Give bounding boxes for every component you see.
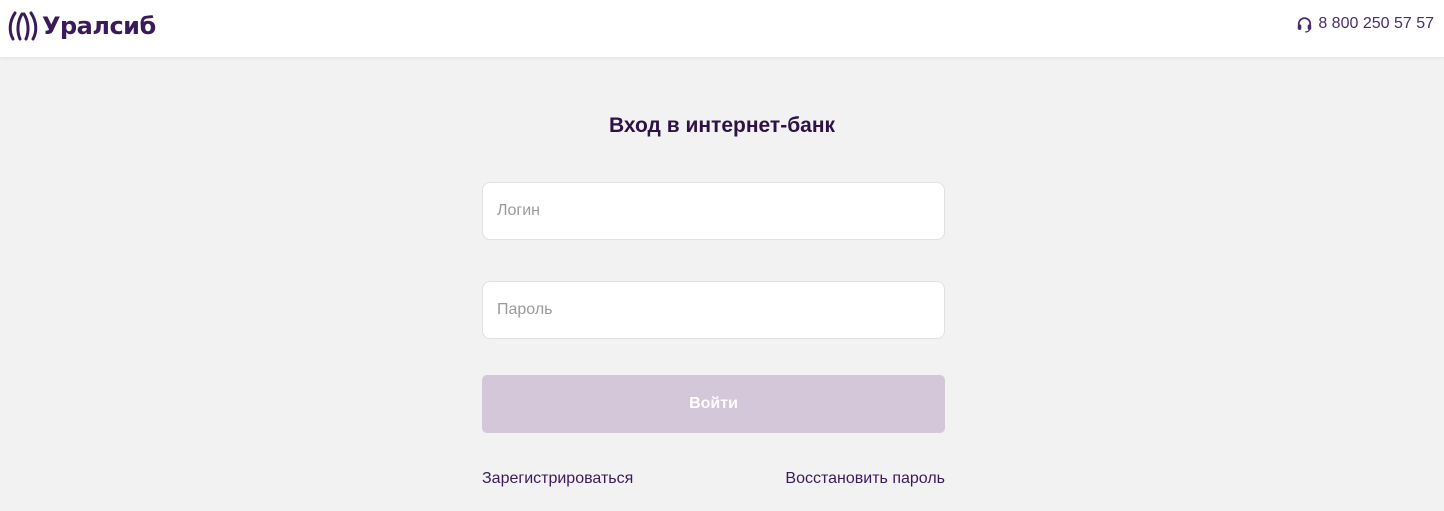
login-button[interactable]: Войти xyxy=(482,375,945,433)
password-input[interactable] xyxy=(482,281,945,339)
logo-link[interactable]: Уралсиб xyxy=(7,10,156,42)
phone-number: 8 800 250 57 57 xyxy=(1318,15,1434,32)
header: Уралсиб 8 800 250 57 57 xyxy=(0,0,1444,57)
page-title: Вход в интернет-банк xyxy=(608,114,836,137)
login-input[interactable] xyxy=(482,182,945,240)
headset-icon xyxy=(1298,16,1312,33)
phone-link[interactable]: 8 800 250 57 57 xyxy=(1296,15,1434,33)
register-link[interactable]: Зарегистрироваться xyxy=(482,470,633,488)
uralsib-logo-icon xyxy=(8,11,38,41)
restore-password-link[interactable]: Восстановить пароль xyxy=(785,470,945,488)
logo-text: Уралсиб xyxy=(42,12,156,40)
